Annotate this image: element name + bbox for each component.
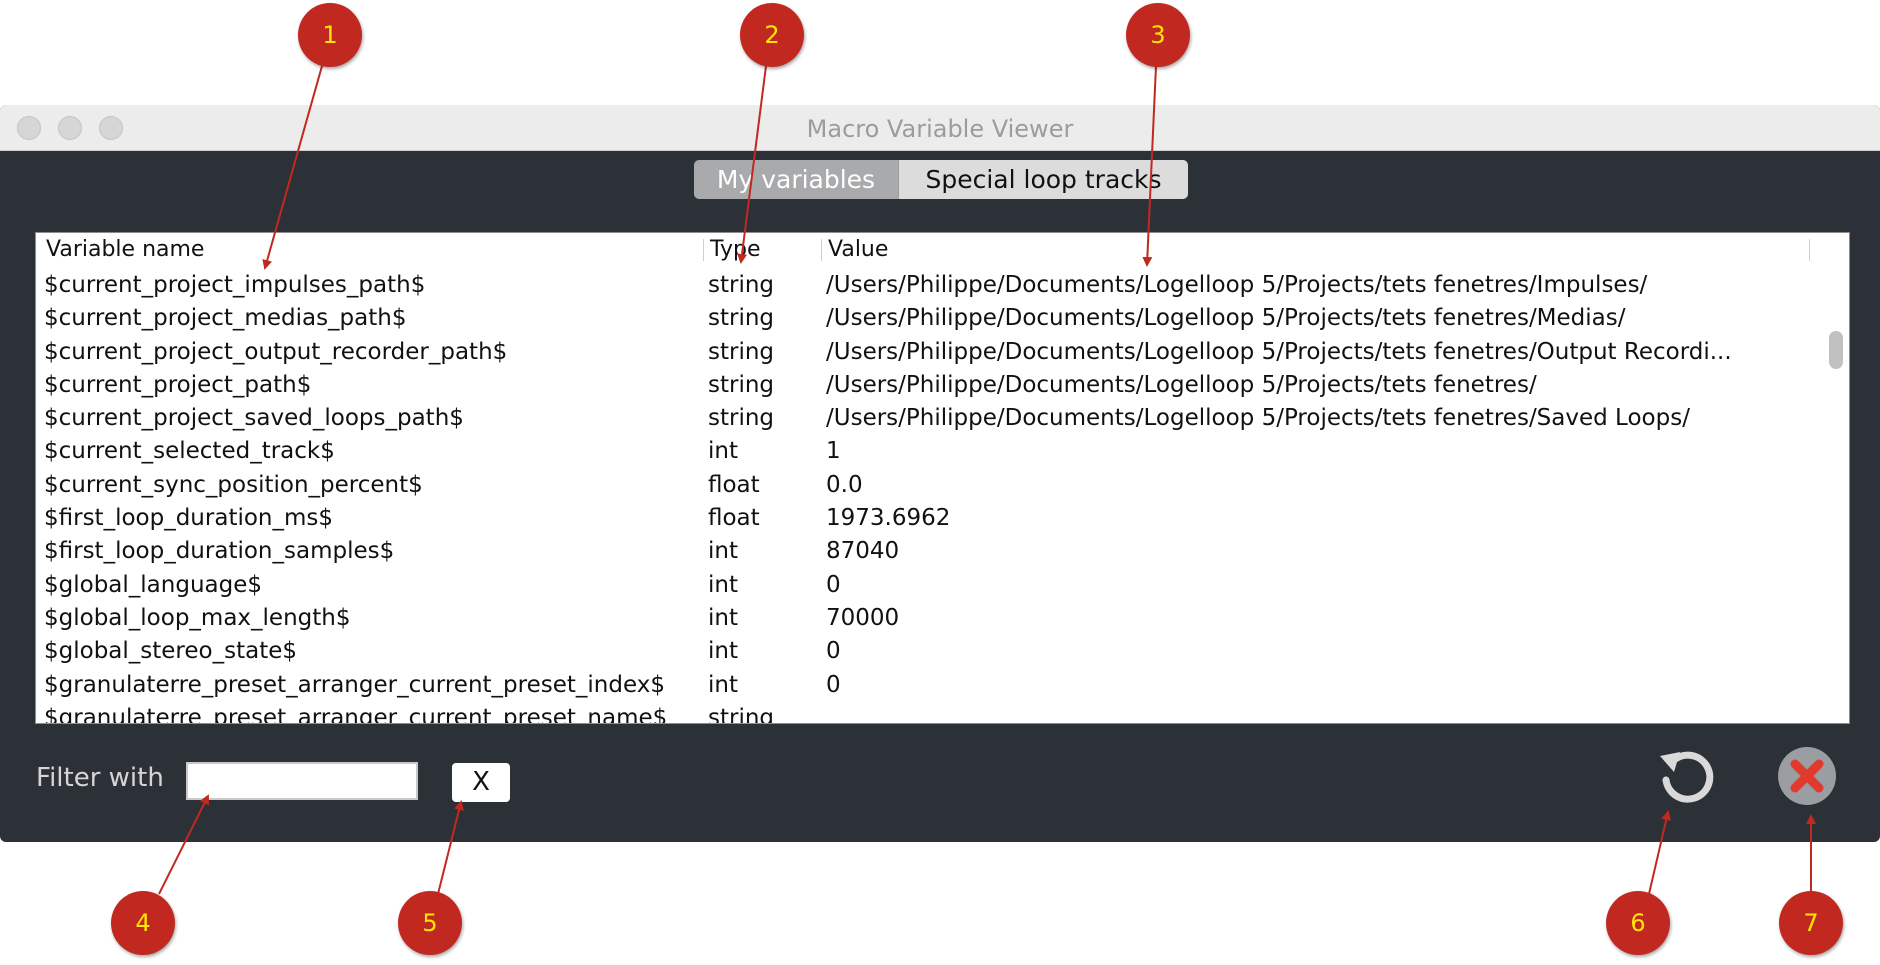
variable-name-cell: $granulaterre_preset_arranger_current_pr… — [44, 704, 668, 724]
variable-name-cell: $current_sync_position_percent$ — [44, 471, 423, 498]
tab-my-variables[interactable]: My variables — [694, 160, 898, 199]
value-cell: 87040 — [826, 538, 900, 565]
variable-name-cell: $current_selected_track$ — [44, 438, 335, 465]
type-cell: int — [708, 438, 738, 465]
variable-name-cell: $global_loop_max_length$ — [44, 604, 351, 631]
variable-name-cell: $current_project_medias_path$ — [44, 305, 407, 332]
close-viewer-button[interactable] — [1776, 745, 1838, 807]
close-x-icon — [1778, 747, 1836, 805]
filter-input[interactable] — [186, 762, 418, 800]
table-row[interactable]: $granulaterre_preset_arranger_current_pr… — [36, 669, 1816, 702]
table-row[interactable]: $first_loop_duration_samples$ int 87040 — [36, 535, 1816, 568]
variable-name-cell: $first_loop_duration_ms$ — [44, 505, 334, 532]
variable-name-cell: $current_project_path$ — [44, 371, 312, 398]
table-row[interactable]: $global_language$ int 0 — [36, 569, 1816, 602]
variable-name-cell: $current_project_impulses_path$ — [44, 272, 426, 298]
refresh-button[interactable] — [1656, 746, 1716, 806]
table-row[interactable]: $current_project_path$ string/Users/Phili… — [36, 369, 1816, 402]
column-header-type[interactable]: Type — [710, 237, 761, 263]
window-title: Macro Variable Viewer — [806, 115, 1074, 143]
column-divider[interactable] — [821, 239, 822, 261]
table-row[interactable]: $current_project_impulses_path$ string/Us… — [36, 269, 1816, 302]
value-cell: 0 — [826, 671, 841, 698]
value-cell — [826, 702, 1846, 723]
table-row[interactable]: $current_project_saved_loops_path$ string… — [36, 402, 1816, 435]
value-cell: 0.0 — [826, 471, 863, 498]
tab-bar: My variables Special loop tracks — [694, 160, 1188, 199]
variable-name-cell: $global_stereo_state$ — [44, 638, 297, 665]
table-body: $current_project_impulses_path$ string/Us… — [36, 269, 1816, 724]
callout-badge-2: 2 — [740, 3, 804, 67]
filter-label: Filter with — [36, 763, 164, 793]
type-cell: string — [708, 405, 775, 432]
refresh-icon — [1660, 751, 1714, 803]
table-row[interactable]: $current_sync_position_percent$ float 0.0 — [36, 469, 1816, 502]
type-cell: int — [708, 671, 738, 698]
value-cell: 0 — [826, 638, 841, 665]
variable-name-cell: $global_language$ — [44, 571, 262, 598]
value-cell: /Users/Philippe/Documents/Logelloop 5/Pr… — [826, 305, 1626, 332]
value-cell: /Users/Philippe/Documents/Logelloop 5/Pr… — [826, 405, 1690, 432]
vertical-scrollbar-thumb[interactable] — [1829, 331, 1843, 369]
value-cell: /Users/Philippe/Documents/Logelloop 5/Pr… — [826, 272, 1648, 298]
table-row[interactable]: $global_stereo_state$ int 0 — [36, 635, 1816, 668]
column-header-variable-name[interactable]: Variable name — [46, 237, 204, 263]
type-cell: int — [708, 538, 738, 565]
variable-name-cell: $first_loop_duration_samples$ — [44, 538, 395, 565]
type-cell: string — [708, 305, 775, 332]
value-cell: 70000 — [826, 604, 900, 631]
column-divider[interactable] — [1809, 239, 1810, 261]
type-cell: string — [708, 704, 775, 724]
table-row[interactable]: $global_loop_max_length$ int 70000 — [36, 602, 1816, 635]
table-row[interactable]: $current_selected_track$ int 1 — [36, 435, 1816, 468]
type-cell: float — [708, 505, 760, 532]
table-row[interactable]: $current_project_medias_path$ string/User… — [36, 302, 1816, 335]
tab-special-loop-tracks[interactable]: Special loop tracks — [898, 160, 1188, 199]
variable-name-cell: $current_project_output_recorder_path$ — [44, 338, 508, 365]
type-cell: float — [708, 471, 760, 498]
type-cell: string — [708, 338, 775, 365]
value-cell: /Users/Philippe/Documents/Logelloop 5/Pr… — [826, 338, 1732, 365]
type-cell: int — [708, 638, 738, 665]
variable-name-cell: $current_project_saved_loops_path$ — [44, 405, 464, 432]
value-cell: /Users/Philippe/Documents/Logelloop 5/Pr… — [826, 371, 1537, 398]
title-bar: Macro Variable Viewer — [0, 105, 1880, 151]
type-cell: int — [708, 604, 738, 631]
type-cell: int — [708, 571, 738, 598]
variable-name-cell: $granulaterre_preset_arranger_current_pr… — [44, 671, 665, 698]
column-header-value[interactable]: Value — [828, 237, 888, 263]
table-row[interactable]: $granulaterre_preset_arranger_current_pr… — [36, 702, 1816, 724]
callout-badge-5: 5 — [398, 891, 462, 955]
type-cell: string — [708, 371, 775, 398]
value-cell: 1 — [826, 438, 841, 465]
callout-badge-6: 6 — [1606, 891, 1670, 955]
table-row[interactable]: $current_project_output_recorder_path$ st… — [36, 336, 1816, 369]
value-cell: 1973.6962 — [826, 505, 951, 532]
clear-filter-button[interactable]: X — [452, 763, 510, 802]
table-row[interactable]: $first_loop_duration_ms$ float 1973.6962 — [36, 502, 1816, 535]
callout-badge-1: 1 — [298, 3, 362, 67]
table-header: Variable name Type Value — [36, 233, 1849, 267]
value-cell: 0 — [826, 571, 841, 598]
variables-table: Variable name Type Value $current_projec… — [35, 232, 1850, 724]
column-divider[interactable] — [703, 239, 704, 261]
callout-badge-7: 7 — [1779, 891, 1843, 955]
callout-badge-4: 4 — [111, 891, 175, 955]
type-cell: string — [708, 272, 775, 298]
callout-badge-3: 3 — [1126, 3, 1190, 67]
